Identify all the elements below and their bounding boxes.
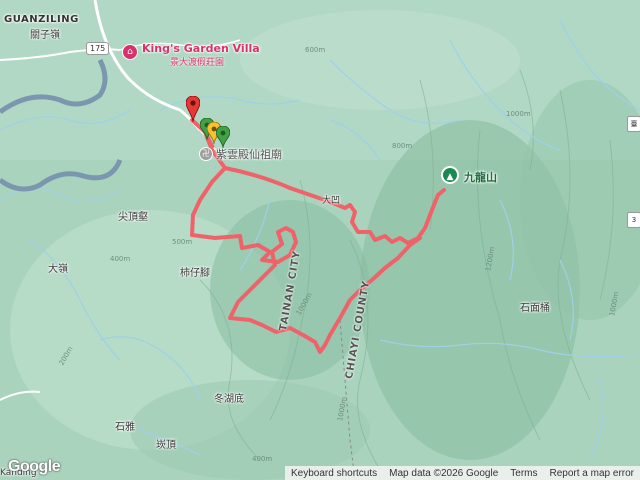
contour-label: 600m [305, 46, 326, 54]
terrain-hill [130, 380, 370, 480]
peak-marker-icon[interactable]: ▲ [441, 166, 459, 184]
map-data-label: Map data ©2026 Google [389, 467, 499, 479]
contour-label: 800m [392, 142, 413, 150]
road-badge: 臺 [627, 116, 640, 132]
temple-label[interactable]: 紫雲殿仙祖廟 [216, 146, 282, 162]
waypoint-pin-green-2[interactable] [216, 126, 230, 148]
place-label: 石面桶 [520, 303, 550, 314]
contour-label: 400m [110, 255, 131, 263]
place-label: 冬湖底 [214, 394, 244, 405]
contour-label: 500m [172, 238, 193, 246]
temple-icon[interactable]: 卍 [199, 147, 213, 161]
road-shield-175: 175 [86, 42, 110, 55]
place-label: 崁頂 [156, 440, 176, 451]
hotel-name-label[interactable]: King's Garden Villa [142, 42, 260, 55]
google-logo[interactable]: Google [8, 458, 61, 476]
place-label-guanziling-zh: 關子嶺 [30, 30, 60, 41]
road-badge: 3 [627, 212, 640, 228]
contour-label: 1000m [506, 110, 531, 118]
contour-label: 400m [252, 455, 273, 463]
place-label-guanziling-en: GUANZILING [4, 14, 79, 25]
place-label: 大嶺 [48, 264, 68, 275]
place-label: 石雅 [115, 422, 135, 433]
map-canvas[interactable] [0, 0, 640, 480]
start-pin-red[interactable] [186, 96, 200, 122]
peak-label[interactable]: 九龍山 [464, 169, 497, 185]
place-label: 大凹 [322, 196, 341, 206]
hotel-subtitle-label: 景大渡假莊園 [170, 58, 225, 68]
hotel-icon[interactable]: ⌂ [122, 44, 138, 60]
place-label: 柿仔腳 [180, 268, 210, 279]
attribution-bar: Keyboard shortcuts Map data ©2026 Google… [284, 466, 640, 480]
report-error-link[interactable]: Report a map error [544, 468, 640, 479]
terrain-hill [240, 10, 520, 110]
keyboard-shortcuts-link[interactable]: Keyboard shortcuts [285, 468, 383, 479]
terms-link[interactable]: Terms [504, 468, 543, 479]
place-label: 尖頂壑 [118, 212, 148, 223]
